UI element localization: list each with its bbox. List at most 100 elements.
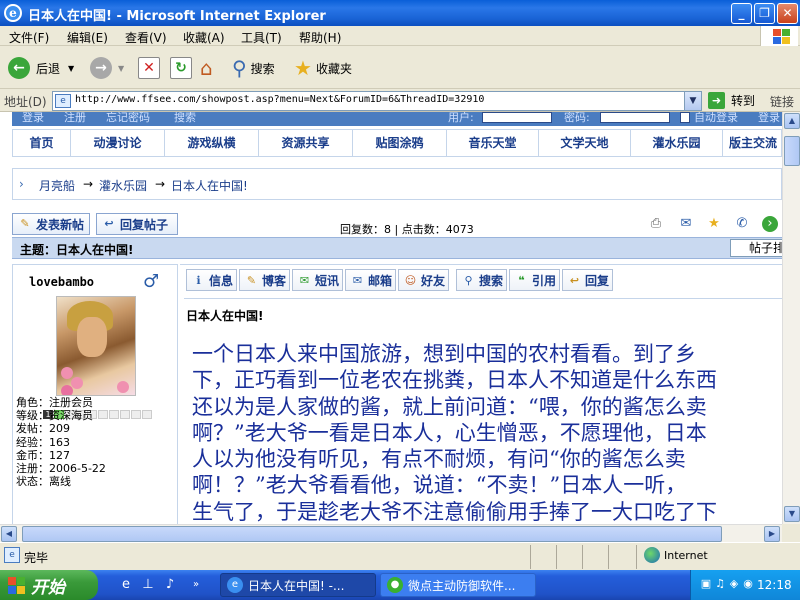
- search-button[interactable]: ⚲ 搜索: [232, 55, 275, 81]
- user-search-button[interactable]: ⚲ 搜索: [456, 269, 508, 291]
- forward-button[interactable]: → ▼: [90, 55, 124, 81]
- search-link[interactable]: 搜索: [174, 112, 196, 125]
- scroll-up-icon[interactable]: ▲: [784, 113, 800, 129]
- breadcrumb-thread[interactable]: 日本人在中国!: [171, 177, 248, 194]
- quicklaunch-ie-icon[interactable]: e: [118, 577, 134, 593]
- blog-button[interactable]: ✎ 博客: [239, 269, 291, 291]
- network-icon[interactable]: ▣: [699, 577, 713, 591]
- divider: [530, 545, 531, 569]
- ie-logo-icon[interactable]: e: [4, 4, 22, 22]
- address-label: 地址(D): [4, 95, 47, 109]
- reply-icon: ↩: [569, 273, 580, 287]
- scroll-left-icon[interactable]: ◀: [1, 526, 17, 542]
- nav-images[interactable]: 贴图涂鸦: [353, 130, 447, 156]
- status-bar: e 完毕 Internet: [0, 542, 800, 570]
- reply-post-button[interactable]: ↩ 回复帖子: [96, 213, 178, 235]
- home-button[interactable]: ⌂: [200, 55, 213, 81]
- address-url[interactable]: http://www.ffsee.com/showpost.asp?menu=N…: [75, 94, 484, 105]
- divider: [582, 545, 583, 569]
- scroll-down-icon[interactable]: ▼: [784, 506, 800, 522]
- volume-icon[interactable]: ♫: [713, 577, 727, 591]
- new-post-button[interactable]: ✎ 发表新帖: [12, 213, 90, 235]
- favorites-button[interactable]: ★ 收藏夹: [294, 55, 352, 81]
- mailbox-button[interactable]: ✉ 邮箱: [345, 269, 397, 291]
- next-arrow-icon[interactable]: ›: [762, 216, 778, 232]
- breadcrumb-site[interactable]: 月亮船: [39, 177, 75, 194]
- auto-login-checkbox[interactable]: [680, 112, 690, 123]
- security-shield-icon[interactable]: ◈: [727, 577, 741, 591]
- minimize-button[interactable]: _: [731, 3, 752, 24]
- close-button[interactable]: ✕: [777, 3, 798, 24]
- quicklaunch-desktop-icon[interactable]: ⊥: [140, 577, 156, 593]
- male-gender-icon: ♂: [143, 271, 160, 292]
- vertical-scrollbar[interactable]: ▲ ▼: [782, 112, 800, 524]
- nav-resources[interactable]: 资源共享: [259, 130, 353, 156]
- divider: [636, 545, 637, 569]
- username-input[interactable]: [482, 112, 552, 123]
- taskbar-item-ie[interactable]: e 日本人在中国! -...: [220, 573, 376, 597]
- start-label: 开始: [31, 577, 65, 598]
- ie-logo-icon: e: [227, 577, 243, 593]
- menu-favorites[interactable]: 收藏(A): [183, 29, 225, 46]
- address-input[interactable]: e http://www.ffsee.com/showpost.asp?menu…: [52, 91, 702, 111]
- nav-home[interactable]: 首页: [13, 130, 71, 156]
- start-button[interactable]: 开始: [0, 570, 98, 600]
- message-button[interactable]: ✉ 短讯: [292, 269, 344, 291]
- nav-moderators[interactable]: 版主交流: [723, 130, 782, 156]
- quote-icon: ❝: [518, 273, 525, 287]
- quote-button[interactable]: ❝ 引用: [509, 269, 561, 291]
- scroll-right-icon[interactable]: ▶: [764, 526, 780, 542]
- address-dropdown-icon[interactable]: ▼: [684, 92, 701, 110]
- security-zone: Internet: [664, 549, 708, 562]
- register-link[interactable]: 注册: [64, 112, 86, 125]
- forgot-password-link[interactable]: 忘记密码: [106, 112, 150, 125]
- quicklaunch-media-icon[interactable]: ♪: [162, 577, 178, 593]
- nav-literature[interactable]: 文学天地: [539, 130, 631, 156]
- stop-button[interactable]: ✕: [138, 55, 160, 81]
- horizontal-scroll-thumb[interactable]: [22, 526, 722, 542]
- horizontal-scrollbar[interactable]: ◀ ▶: [0, 524, 782, 542]
- restore-button[interactable]: ❐: [754, 3, 775, 24]
- sort-select[interactable]: 帖子排序: [730, 239, 782, 257]
- nav-music[interactable]: 音乐天堂: [447, 130, 539, 156]
- taskbar-item-antivirus[interactable]: ● 微点主动防御软件...: [380, 573, 536, 597]
- home-icon: ⌂: [200, 56, 213, 80]
- go-button[interactable]: ➜ 转到: [708, 92, 755, 109]
- favorite-star-icon[interactable]: ★: [706, 216, 722, 232]
- nav-games[interactable]: 游戏纵横: [165, 130, 259, 156]
- page-viewport: 登录 注册 忘记密码 搜索 用户: 密码: 自动登录 登录 首页 动漫讨论 游戏…: [0, 112, 782, 524]
- login-link[interactable]: 登录: [22, 112, 44, 125]
- vertical-scroll-thumb[interactable]: [784, 136, 800, 166]
- page-done-icon: e: [4, 547, 20, 563]
- antivirus-tray-icon[interactable]: ◉: [741, 577, 755, 591]
- chevron-down-icon[interactable]: ▼: [68, 64, 74, 73]
- password-label: 密码:: [564, 112, 590, 124]
- quicklaunch-more-icon[interactable]: »: [188, 577, 204, 593]
- menu-edit[interactable]: 编辑(E): [67, 29, 108, 46]
- chevron-down-icon[interactable]: ▼: [118, 64, 124, 73]
- links-button[interactable]: 链接: [770, 93, 794, 110]
- scroll-corner: [782, 524, 800, 542]
- breadcrumb-board[interactable]: 灌水乐园: [99, 177, 147, 194]
- post-panel: ℹ 信息 ✎ 博客 ✉ 短讯 ✉ 邮箱 ☺ 好友 ⚲ 搜索 ❝ 引用 ↩ 回复: [180, 264, 782, 524]
- reply-button[interactable]: ↩ 回复: [562, 269, 614, 291]
- go-label: 转到: [731, 94, 756, 108]
- menu-tools[interactable]: 工具(T): [241, 29, 282, 46]
- menu-help[interactable]: 帮助(H): [299, 29, 341, 46]
- menu-file[interactable]: 文件(F): [9, 29, 49, 46]
- nav-anime[interactable]: 动漫讨论: [71, 130, 165, 156]
- print-icon[interactable]: ⎙: [648, 216, 664, 232]
- email-icon[interactable]: ✉: [678, 216, 694, 232]
- address-bar: 地址(D) e http://www.ffsee.com/showpost.as…: [0, 90, 800, 112]
- system-tray: ▣ ♫ ◈ ◉ 12:18: [690, 570, 800, 600]
- refresh-button[interactable]: ↻: [170, 55, 192, 81]
- friend-button[interactable]: ☺ 好友: [398, 269, 450, 291]
- username[interactable]: lovebambo: [29, 275, 94, 289]
- comment-icon[interactable]: ✆: [734, 216, 750, 232]
- login-button[interactable]: 登录: [758, 112, 780, 125]
- profile-button[interactable]: ℹ 信息: [186, 269, 238, 291]
- nav-chat[interactable]: 灌水乐园: [631, 130, 723, 156]
- back-button[interactable]: ← 后退 ▼: [8, 55, 74, 81]
- password-input[interactable]: [600, 112, 670, 123]
- menu-view[interactable]: 查看(V): [125, 29, 167, 46]
